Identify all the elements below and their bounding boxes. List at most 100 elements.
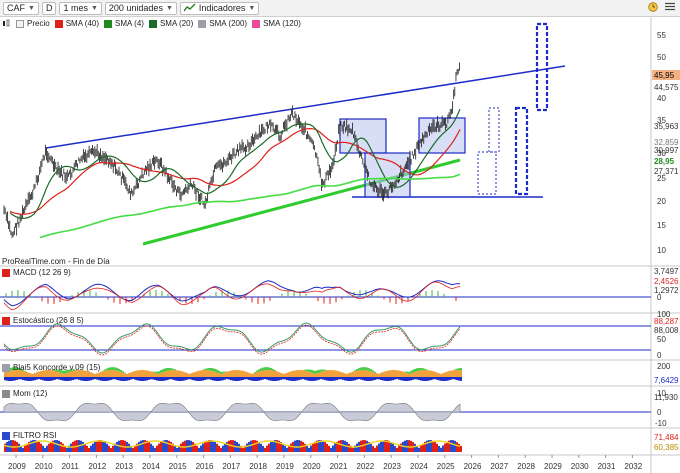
rsi-bar — [6, 441, 8, 452]
koncorde-bar — [264, 370, 266, 377]
rsi-bar — [268, 443, 270, 452]
koncorde-blue-bar — [264, 377, 266, 380]
price-tag: 27,371 — [654, 167, 679, 176]
koncorde-bar — [282, 373, 284, 377]
year-label: 2031 — [598, 462, 616, 471]
koncorde-bar — [242, 370, 244, 377]
koncorde-bar — [418, 370, 420, 377]
koncorde-green-bar — [406, 371, 408, 374]
koncorde-bar — [288, 371, 290, 377]
rsi-title[interactable]: FILTRO RSI — [2, 431, 56, 440]
koncorde-bar — [62, 373, 64, 377]
koncorde-bar — [230, 370, 232, 377]
year-label: 2030 — [571, 462, 589, 471]
rsi-bar — [84, 443, 86, 452]
macd-tag: 3,7497 — [654, 267, 679, 276]
koncorde-bar — [122, 372, 124, 377]
koncorde-blue-bar — [272, 377, 274, 381]
koncorde-green-bar — [354, 370, 356, 372]
koncorde-bar — [370, 371, 372, 377]
koncorde-green-bar — [264, 367, 266, 371]
rsi-tag: 71,484 — [654, 433, 679, 442]
rsi-bar — [414, 443, 416, 452]
koncorde-blue-bar — [26, 377, 28, 381]
koncorde-blue-bar — [254, 377, 256, 381]
koncorde-bar — [144, 370, 146, 377]
stoch-tick: 0 — [657, 351, 662, 360]
koncorde-bar — [66, 372, 68, 377]
koncorde-blue-bar — [296, 377, 298, 381]
koncorde-blue-bar — [72, 377, 74, 381]
chart-canvas[interactable]: 55 50 40 35 30 25 20 15 10 45,95 44,575 … — [0, 0, 680, 473]
koncorde-blue-bar — [460, 377, 462, 381]
stoch-title[interactable]: Estocástico (26 8 5) — [2, 316, 84, 325]
koncorde-green-bar — [414, 368, 416, 372]
momentum-area — [3, 402, 461, 422]
koncorde-blue-bar — [288, 377, 290, 381]
koncorde-blue-bar — [226, 377, 228, 380]
koncorde-blue-bar — [372, 377, 374, 381]
koncorde-bar — [226, 371, 228, 377]
koncorde-blue-bar — [276, 377, 278, 381]
rsi-bar — [364, 440, 366, 452]
koncorde-blue-bar — [268, 377, 270, 381]
koncorde-green-bar — [156, 371, 158, 374]
rsi-bar — [92, 443, 94, 452]
koncorde-bar — [416, 371, 418, 377]
koncorde-bar — [306, 371, 308, 377]
koncorde-blue-bar — [380, 377, 382, 380]
koncorde-bar — [130, 372, 132, 377]
mom-title[interactable]: Mom (12) — [2, 389, 47, 398]
koncorde-green-bar — [422, 368, 424, 371]
koncorde-blue-bar — [280, 377, 282, 380]
rsi-bar — [168, 440, 170, 452]
koncorde-bar — [358, 370, 360, 377]
koncorde-blue-bar — [418, 377, 420, 381]
koncorde-bar — [212, 371, 214, 377]
koncorde-bar — [280, 372, 282, 377]
trendlines[interactable] — [45, 65, 566, 246]
rsi-bar — [372, 445, 374, 452]
stoch-tag: 88,287 — [654, 317, 679, 326]
koncorde-blue-bar — [442, 377, 444, 381]
koncorde-blue-bar — [396, 377, 398, 380]
koncorde-blue-bar — [334, 377, 336, 381]
koncorde-bar — [446, 371, 448, 377]
koncorde-blue-bar — [158, 377, 160, 381]
koncorde-green-bar — [204, 368, 206, 371]
koncorde-blue-bar — [198, 377, 200, 381]
year-label: 2009 — [8, 462, 26, 471]
koncorde-bar — [300, 370, 302, 377]
koncorde-bar — [460, 370, 462, 377]
koncorde-green-bar — [210, 367, 212, 371]
koncorde-bar — [214, 371, 216, 377]
koncorde-blue-bar — [168, 377, 170, 380]
koncorde-bar — [156, 373, 158, 377]
koncorde-bar — [454, 370, 456, 377]
koncorde-green-bar — [158, 371, 160, 374]
macd-title[interactable]: MACD (12 26 9) — [2, 268, 71, 277]
koncorde-blue-bar — [132, 377, 134, 380]
koncorde-blue-bar — [202, 377, 204, 381]
koncorde-blue-bar — [172, 377, 174, 380]
koncorde-blue-bar — [218, 377, 220, 381]
rsi-bar — [220, 447, 222, 452]
koncorde-bar — [368, 370, 370, 377]
koncorde-blue-bar — [388, 377, 390, 381]
koncorde-title[interactable]: Blai5 Koncorde v.09 (15) — [2, 363, 100, 372]
koncorde-blue-bar — [316, 377, 318, 381]
rsi-bar — [264, 447, 266, 452]
year-label: 2032 — [624, 462, 642, 471]
pattern-boxes[interactable] — [339, 22, 549, 198]
mom-tag: 11,930 — [654, 393, 678, 402]
koncorde-green-bar — [370, 369, 372, 372]
koncorde-bar — [102, 371, 104, 377]
rsi-bar — [392, 443, 394, 452]
koncorde-blue-bar — [456, 377, 458, 381]
koncorde-bar — [452, 370, 454, 377]
legend-swatch — [2, 363, 10, 372]
koncorde-bar — [204, 370, 206, 377]
rsi-bar — [370, 443, 372, 452]
koncorde-blue-bar — [142, 377, 144, 381]
rsi-bar — [224, 443, 226, 452]
